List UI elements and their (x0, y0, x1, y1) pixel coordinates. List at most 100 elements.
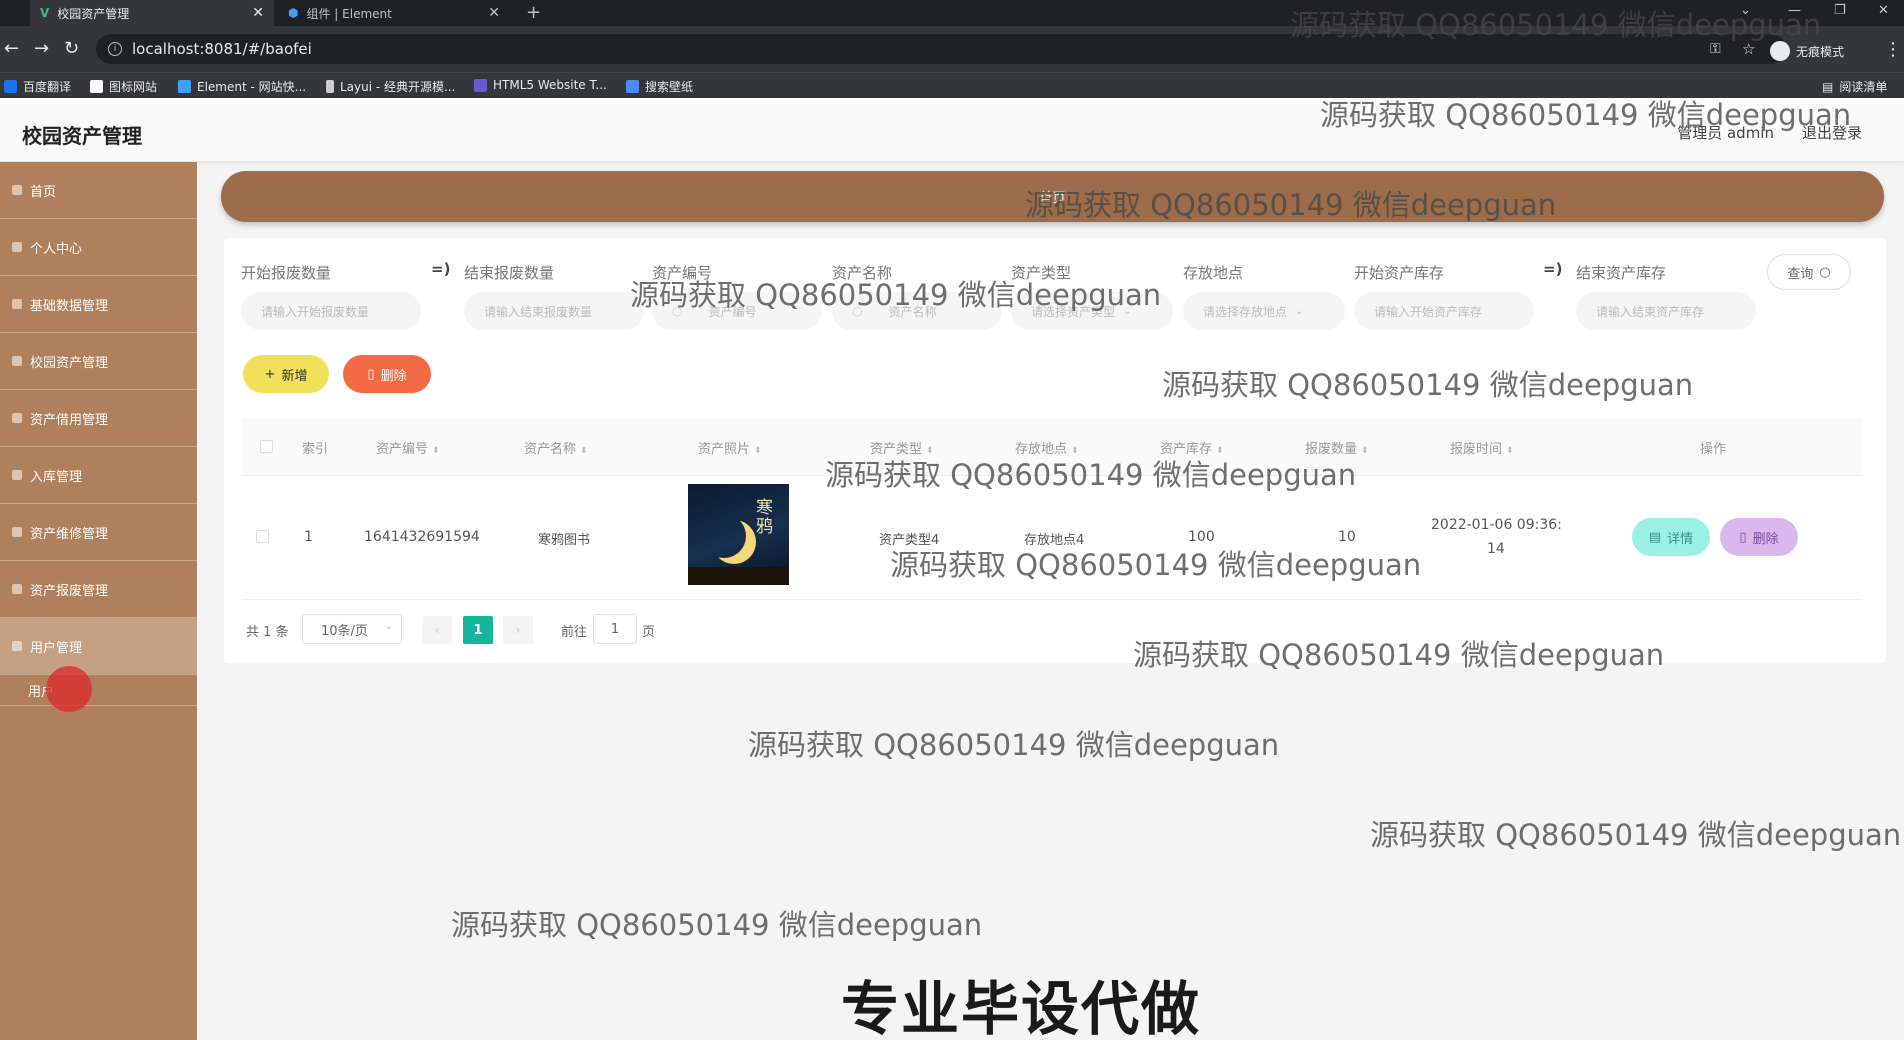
element-logo-icon (178, 80, 191, 93)
sort-icon[interactable]: ⬍ (1361, 446, 1369, 456)
prev-page-button[interactable]: ‹ (422, 616, 452, 644)
sort-icon[interactable]: ⬍ (1506, 446, 1514, 456)
column-header[interactable]: 报废时间 ⬍ (1450, 438, 1514, 457)
close-window-icon[interactable]: ✕ (1878, 3, 1889, 18)
bookmark-item[interactable]: Layui - 经典开源模... (326, 78, 455, 95)
filter-label: 存放地点 (1183, 264, 1244, 282)
inbox-icon (12, 470, 22, 480)
goto-page-input[interactable]: 1 (593, 614, 637, 644)
filter-label: 开始资产库存 (1354, 264, 1445, 282)
sidebar-item-campus-assets[interactable]: 校园资产管理 (0, 333, 197, 390)
layui-icon (326, 80, 334, 93)
row-checkbox[interactable] (256, 530, 269, 543)
reload-icon[interactable]: ↻ (64, 38, 79, 59)
cell-name: 寒鸦图书 (538, 533, 591, 548)
trash-icon: ▯ (1739, 529, 1747, 545)
batch-delete-button[interactable]: ▯ 删除 (343, 355, 431, 393)
sidebar-item-stock-in[interactable]: 入库管理 (0, 447, 197, 504)
chevron-down-icon: ⌄ (1295, 305, 1304, 317)
column-header[interactable]: 资产名称 ⬍ (524, 438, 588, 457)
sidebar-item-basic-data[interactable]: 基础数据管理 (0, 276, 197, 333)
select-all-checkbox[interactable] (260, 440, 273, 453)
sidebar-item-asset-borrow[interactable]: 资产借用管理 (0, 390, 197, 447)
bookmark-item[interactable]: 百度翻译 (4, 78, 71, 95)
document-icon: ▤ (1648, 529, 1662, 545)
bookmark-item[interactable]: HTML5 Website T... (474, 78, 607, 92)
column-header: 操作 (1700, 442, 1727, 457)
asset-photo[interactable]: 寒鸦 (688, 484, 789, 585)
browser-tab-element[interactable]: ⬢ 组件 | Element ✕ (278, 0, 510, 26)
column-header[interactable]: 资产编号 ⬍ (376, 438, 440, 457)
sidebar-item-asset-repair[interactable]: 资产维修管理 (0, 504, 197, 561)
incognito-icon (1769, 41, 1790, 61)
page-size-select[interactable]: 10条/页 ⌄ (302, 614, 402, 644)
tab-title: 组件 | Element (306, 6, 392, 21)
close-icon[interactable]: ✕ (252, 5, 264, 21)
trash-icon: ▯ (367, 366, 375, 382)
bookmark-item[interactable]: 搜索壁纸 (626, 78, 693, 95)
filter-label: 开始报废数量 (241, 264, 332, 282)
url-text: localhost:8081/#/baofei (132, 40, 312, 58)
bookmark-item[interactable]: Element - 网站快... (178, 78, 306, 95)
close-icon[interactable]: ✕ (488, 5, 500, 21)
watermark: 源码获取 QQ86050149 微信deepguan (1162, 368, 1694, 402)
wrench-icon (12, 527, 22, 537)
incognito-label: 无痕模式 (1795, 44, 1844, 59)
query-button[interactable]: 查询 ○ (1767, 254, 1851, 290)
cell-scrap-time-cont: 14 (1487, 541, 1505, 557)
info-icon[interactable]: i (108, 42, 122, 56)
watermark: 源码获取 QQ86050149 微信deepguan (825, 458, 1357, 492)
incognito-indicator[interactable]: 无痕模式 (1769, 41, 1844, 61)
start-stock-input[interactable]: 请输入开始资产库存 (1354, 292, 1534, 330)
promo-caption: 专业毕设代做 (841, 975, 1202, 1040)
location-select[interactable]: 请选择存放地点 ⌄ (1183, 292, 1345, 330)
bookmark-item[interactable]: 图标网站 (90, 78, 157, 95)
range-arrow: =) (1543, 260, 1563, 278)
watermark: 源码获取 QQ86050149 微信deepguan (451, 908, 983, 942)
search-icon: ○ (1819, 264, 1831, 280)
photo-ground (688, 567, 789, 585)
next-page-button[interactable]: › (503, 616, 533, 644)
end-scrap-count-input[interactable]: 请输入结束报废数量 (464, 292, 644, 330)
element-logo-icon: ⬢ (288, 6, 299, 20)
start-scrap-count-input[interactable]: 请输入开始报废数量 (241, 292, 421, 330)
sort-icon[interactable]: ⬍ (432, 446, 440, 456)
app-title: 校园资产管理 (22, 124, 142, 148)
plus-icon: + (264, 366, 276, 382)
vue-logo-icon: V (40, 6, 50, 20)
click-indicator (46, 666, 92, 712)
user-icon (12, 242, 22, 252)
column-header[interactable]: 资产照片 ⬍ (698, 438, 762, 457)
sidebar-item-profile[interactable]: 个人中心 (0, 219, 197, 276)
forward-icon[interactable]: → (34, 38, 49, 59)
detail-button[interactable]: ▤ 详情 (1632, 518, 1710, 556)
pagination-total: 共 1 条 (246, 625, 289, 640)
sidebar: 首页 个人中心 基础数据管理 校园资产管理 资产借用管理 入库管理 资产维修管理… (0, 162, 197, 1040)
translate-icon (4, 80, 17, 93)
wallpaper-icon (626, 80, 639, 93)
photo-title: 寒鸦 (752, 498, 772, 536)
page-number-current[interactable]: 1 (463, 616, 493, 644)
browser-tab-active[interactable]: V 校园资产管理 ✕ (30, 0, 274, 26)
cell-code: 1641432691594 (364, 529, 480, 545)
sidebar-subitem-users[interactable]: 用户 (0, 675, 197, 706)
sort-icon[interactable]: ⬍ (754, 446, 762, 456)
new-tab-button[interactable]: + (526, 2, 541, 23)
sidebar-item-asset-scrap[interactable]: 资产报废管理 (0, 561, 197, 618)
users-icon (12, 641, 22, 651)
end-stock-input[interactable]: 请输入结束资产库存 (1576, 292, 1756, 330)
sidebar-item-home[interactable]: 首页 (0, 162, 197, 219)
flag-icon (90, 80, 103, 93)
list-icon (12, 299, 22, 309)
menu-dots-icon[interactable]: ⋮ (1884, 39, 1902, 60)
column-header: 索引 (302, 442, 329, 457)
sidebar-item-user-management[interactable]: 用户管理 (0, 618, 197, 675)
back-icon[interactable]: ← (4, 38, 19, 59)
add-button[interactable]: + 新增 (243, 355, 329, 393)
restore-icon[interactable]: ❐ (1834, 3, 1846, 18)
row-delete-button[interactable]: ▯ 删除 (1720, 518, 1798, 556)
watermark: 源码获取 QQ86050149 微信deepguan (890, 548, 1422, 582)
watermark: 源码获取 QQ86050149 微信deepguan (1320, 98, 1852, 132)
sort-icon[interactable]: ⬍ (580, 446, 588, 456)
watermark: 源码获取 QQ86050149 微信deepguan (630, 278, 1162, 312)
